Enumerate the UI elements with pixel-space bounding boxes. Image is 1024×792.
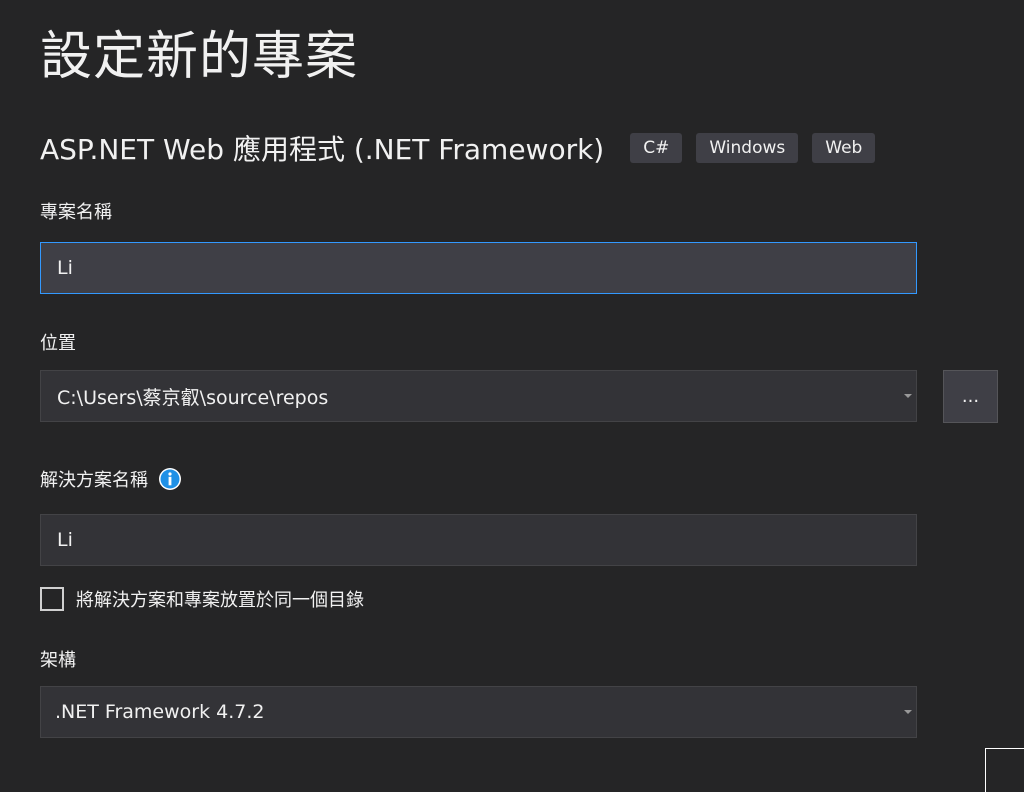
template-header: ASP.NET Web 應用程式 (.NET Framework) C# Win…	[40, 126, 889, 170]
template-name: ASP.NET Web 應用程式 (.NET Framework)	[40, 133, 605, 166]
configure-project-page: 設定新的專案 ASP.NET Web 應用程式 (.NET Framework)…	[0, 0, 1024, 792]
chevron-down-icon[interactable]	[904, 394, 912, 398]
same-directory-checkbox[interactable]	[40, 587, 64, 611]
chevron-down-icon[interactable]	[904, 710, 912, 714]
solution-name-label: 解決方案名稱	[40, 470, 148, 491]
location-value: C:\Users\蔡京叡\source\repos	[57, 386, 329, 409]
framework-combobox[interactable]: .NET Framework 4.7.2	[40, 686, 917, 738]
partial-button-edge[interactable]	[985, 748, 1024, 792]
same-directory-option[interactable]: 將解決方案和專案放置於同一個目錄	[40, 586, 364, 612]
project-name-label: 專案名稱	[40, 202, 112, 223]
tag-language: C#	[630, 133, 683, 163]
tag-platform: Windows	[696, 133, 799, 163]
info-icon[interactable]	[158, 467, 182, 491]
browse-button[interactable]: ...	[943, 370, 998, 423]
page-title: 設定新的專案	[40, 27, 359, 87]
solution-name-input[interactable]: Li	[40, 514, 917, 566]
location-combobox[interactable]: C:\Users\蔡京叡\source\repos	[40, 370, 917, 422]
solution-name-label-row: 解決方案名稱	[40, 466, 182, 492]
project-name-input[interactable]: Li	[40, 242, 917, 294]
solution-name-value: Li	[57, 529, 73, 551]
tag-project-type: Web	[812, 133, 876, 163]
framework-label: 架構	[40, 650, 76, 671]
same-directory-label: 將解決方案和專案放置於同一個目錄	[76, 590, 364, 611]
project-name-value: Li	[57, 257, 73, 279]
location-label: 位置	[40, 333, 76, 354]
framework-value: .NET Framework 4.7.2	[55, 701, 265, 723]
